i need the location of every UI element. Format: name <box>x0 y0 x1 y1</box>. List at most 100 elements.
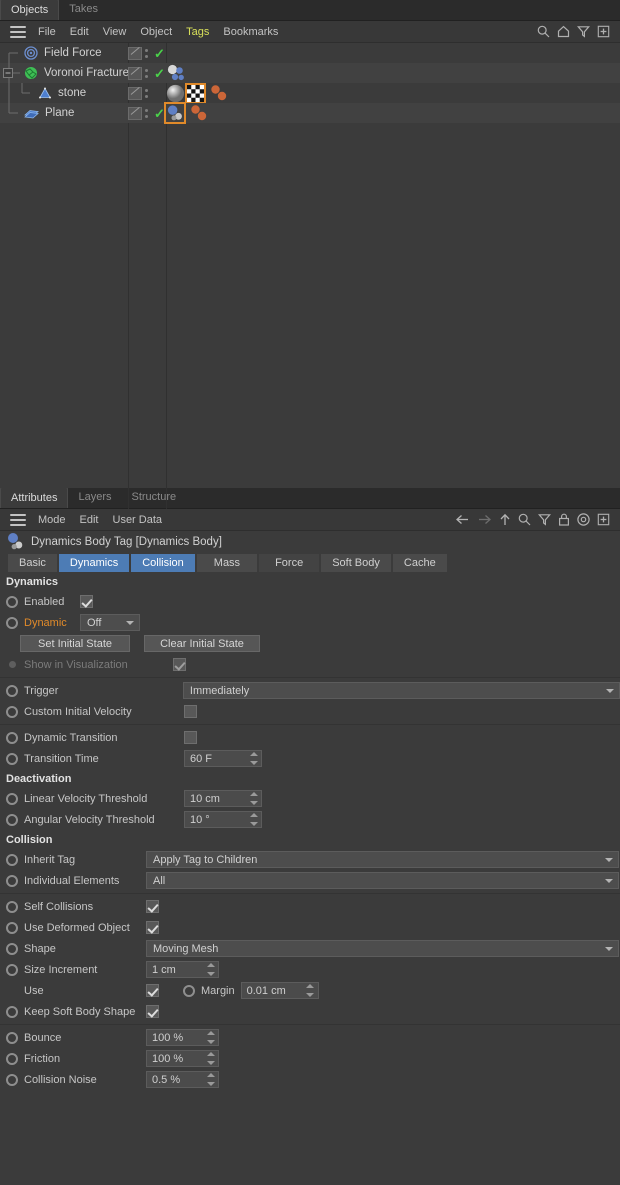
menu-burger-icon[interactable] <box>10 513 26 526</box>
enable-toggle-icon[interactable] <box>128 86 142 100</box>
dynamics-body-tag-selected-icon[interactable] <box>164 102 186 124</box>
self-collisions-checkbox[interactable] <box>146 900 159 913</box>
dynamic-dropdown[interactable]: Off <box>80 614 140 631</box>
transition-time-field[interactable]: 60 F <box>184 750 262 767</box>
stepper-icon[interactable] <box>249 752 258 765</box>
animate-dot-size-increment[interactable] <box>6 963 18 976</box>
material-tag-icon[interactable] <box>166 84 185 103</box>
tab-soft-body[interactable]: Soft Body <box>321 554 391 572</box>
custom-initial-velocity-checkbox[interactable] <box>184 705 197 718</box>
visibility-cell[interactable]: ✓ <box>128 43 166 63</box>
enable-toggle-icon[interactable] <box>128 46 142 60</box>
tab-dynamics[interactable]: Dynamics <box>58 554 130 572</box>
show-in-visualization-checkbox[interactable] <box>173 658 186 671</box>
animate-dot-angular-velocity-threshold[interactable] <box>6 813 18 826</box>
stepper-icon[interactable] <box>206 1073 215 1086</box>
menu-user-data[interactable]: User Data <box>106 511 170 529</box>
checker-texture-tag-icon[interactable] <box>185 82 206 104</box>
size-increment-field[interactable]: 1 cm <box>146 961 219 978</box>
tags-cell[interactable] <box>166 82 230 104</box>
angular-velocity-threshold-field[interactable]: 10 ° <box>184 811 262 828</box>
menu-edit[interactable]: Edit <box>63 23 96 41</box>
tab-attributes[interactable]: Attributes <box>0 487 69 508</box>
stepper-icon[interactable] <box>306 984 315 997</box>
use-deformed-object-checkbox[interactable] <box>146 921 159 934</box>
animate-dot-trigger[interactable] <box>6 684 18 697</box>
animate-dot-friction[interactable] <box>6 1052 18 1065</box>
inherit-tag-dropdown[interactable]: Apply Tag to Children <box>146 851 619 868</box>
enable-toggle-icon[interactable] <box>128 66 142 80</box>
active-check-icon[interactable]: ✓ <box>154 67 165 80</box>
animate-dot-show-in-visualization[interactable] <box>9 661 16 668</box>
bounce-field[interactable]: 100 % <box>146 1029 219 1046</box>
object-name-cell[interactable]: Field Force <box>0 43 128 63</box>
object-name-cell[interactable]: Plane <box>0 103 128 123</box>
set-initial-state-button[interactable]: Set Initial State <box>20 635 130 652</box>
tab-takes[interactable]: Takes <box>59 0 108 20</box>
menu-view[interactable]: View <box>96 23 134 41</box>
filter-icon[interactable] <box>577 25 590 38</box>
forward-arrow-icon[interactable] <box>477 513 492 526</box>
tab-mass[interactable]: Mass <box>196 554 258 572</box>
menu-edit[interactable]: Edit <box>73 511 106 529</box>
visibility-dots-icon[interactable] <box>145 88 148 98</box>
tags-cell[interactable] <box>164 102 210 124</box>
animate-dot-dynamic[interactable] <box>6 616 18 629</box>
object-name-cell[interactable]: stone <box>0 83 128 103</box>
stepper-icon[interactable] <box>206 1052 215 1065</box>
menu-file[interactable]: File <box>31 23 63 41</box>
stepper-icon[interactable] <box>249 813 258 826</box>
dynamics-body-tag-icon[interactable] <box>189 104 208 123</box>
target-icon[interactable] <box>577 513 590 526</box>
tab-force[interactable]: Force <box>259 554 320 572</box>
active-check-icon[interactable]: ✓ <box>154 107 165 120</box>
enable-toggle-icon[interactable] <box>128 106 142 120</box>
shape-dropdown[interactable]: Moving Mesh <box>146 940 619 957</box>
use-checkbox[interactable] <box>146 984 159 997</box>
animate-dot-shape[interactable] <box>6 942 18 955</box>
tab-structure[interactable]: Structure <box>122 487 187 508</box>
menu-bookmarks[interactable]: Bookmarks <box>216 23 285 41</box>
visibility-dots-icon[interactable] <box>145 108 148 118</box>
animate-dot-collision-noise[interactable] <box>6 1073 18 1086</box>
tab-cache[interactable]: Cache <box>392 554 447 572</box>
menu-mode[interactable]: Mode <box>31 511 73 529</box>
stepper-icon[interactable] <box>206 963 215 976</box>
active-check-icon[interactable]: ✓ <box>154 47 165 60</box>
search-icon[interactable] <box>537 25 550 38</box>
stepper-icon[interactable] <box>206 1031 215 1044</box>
menu-object[interactable]: Object <box>133 23 179 41</box>
tab-basic[interactable]: Basic <box>8 554 57 572</box>
visibility-cell[interactable] <box>128 83 166 103</box>
tags-cell[interactable] <box>166 63 187 83</box>
keep-soft-body-shape-checkbox[interactable] <box>146 1005 159 1018</box>
add-layout-icon[interactable] <box>597 513 610 526</box>
visibility-cell[interactable]: ✓ <box>128 63 166 83</box>
animate-dot-dynamic-transition[interactable] <box>6 731 18 744</box>
margin-field[interactable]: 0.01 cm <box>240 982 319 999</box>
animate-dot-self-collisions[interactable] <box>6 900 18 913</box>
animate-dot-margin[interactable] <box>183 984 195 997</box>
tree-expander[interactable] <box>0 63 24 83</box>
lock-icon[interactable] <box>558 513 570 526</box>
individual-elements-dropdown[interactable]: All <box>146 872 619 889</box>
animate-dot-inherit-tag[interactable] <box>6 853 18 866</box>
stepper-icon[interactable] <box>249 792 258 805</box>
linear-velocity-threshold-field[interactable]: 10 cm <box>184 790 262 807</box>
table-row[interactable]: Field Force ✓ <box>0 43 620 63</box>
visibility-dots-icon[interactable] <box>145 68 148 78</box>
animate-dot-custom-initial-velocity[interactable] <box>6 705 18 718</box>
up-arrow-icon[interactable] <box>499 513 511 526</box>
tab-layers[interactable]: Layers <box>68 487 121 508</box>
filter-icon[interactable] <box>538 513 551 526</box>
animate-dot-enabled[interactable] <box>6 595 18 608</box>
animate-dot-use-deformed-object[interactable] <box>6 921 18 934</box>
collision-noise-field[interactable]: 0.5 % <box>146 1071 219 1088</box>
animate-dot-keep-soft-body-shape[interactable] <box>6 1005 18 1018</box>
object-name-cell[interactable]: Voronoi Fracture <box>0 63 129 83</box>
table-row[interactable]: stone <box>0 82 620 104</box>
dynamics-body-tag-icon[interactable] <box>209 84 228 103</box>
tab-collision[interactable]: Collision <box>131 554 195 572</box>
dynamic-transition-checkbox[interactable] <box>184 731 197 744</box>
menu-burger-icon[interactable] <box>10 25 26 38</box>
